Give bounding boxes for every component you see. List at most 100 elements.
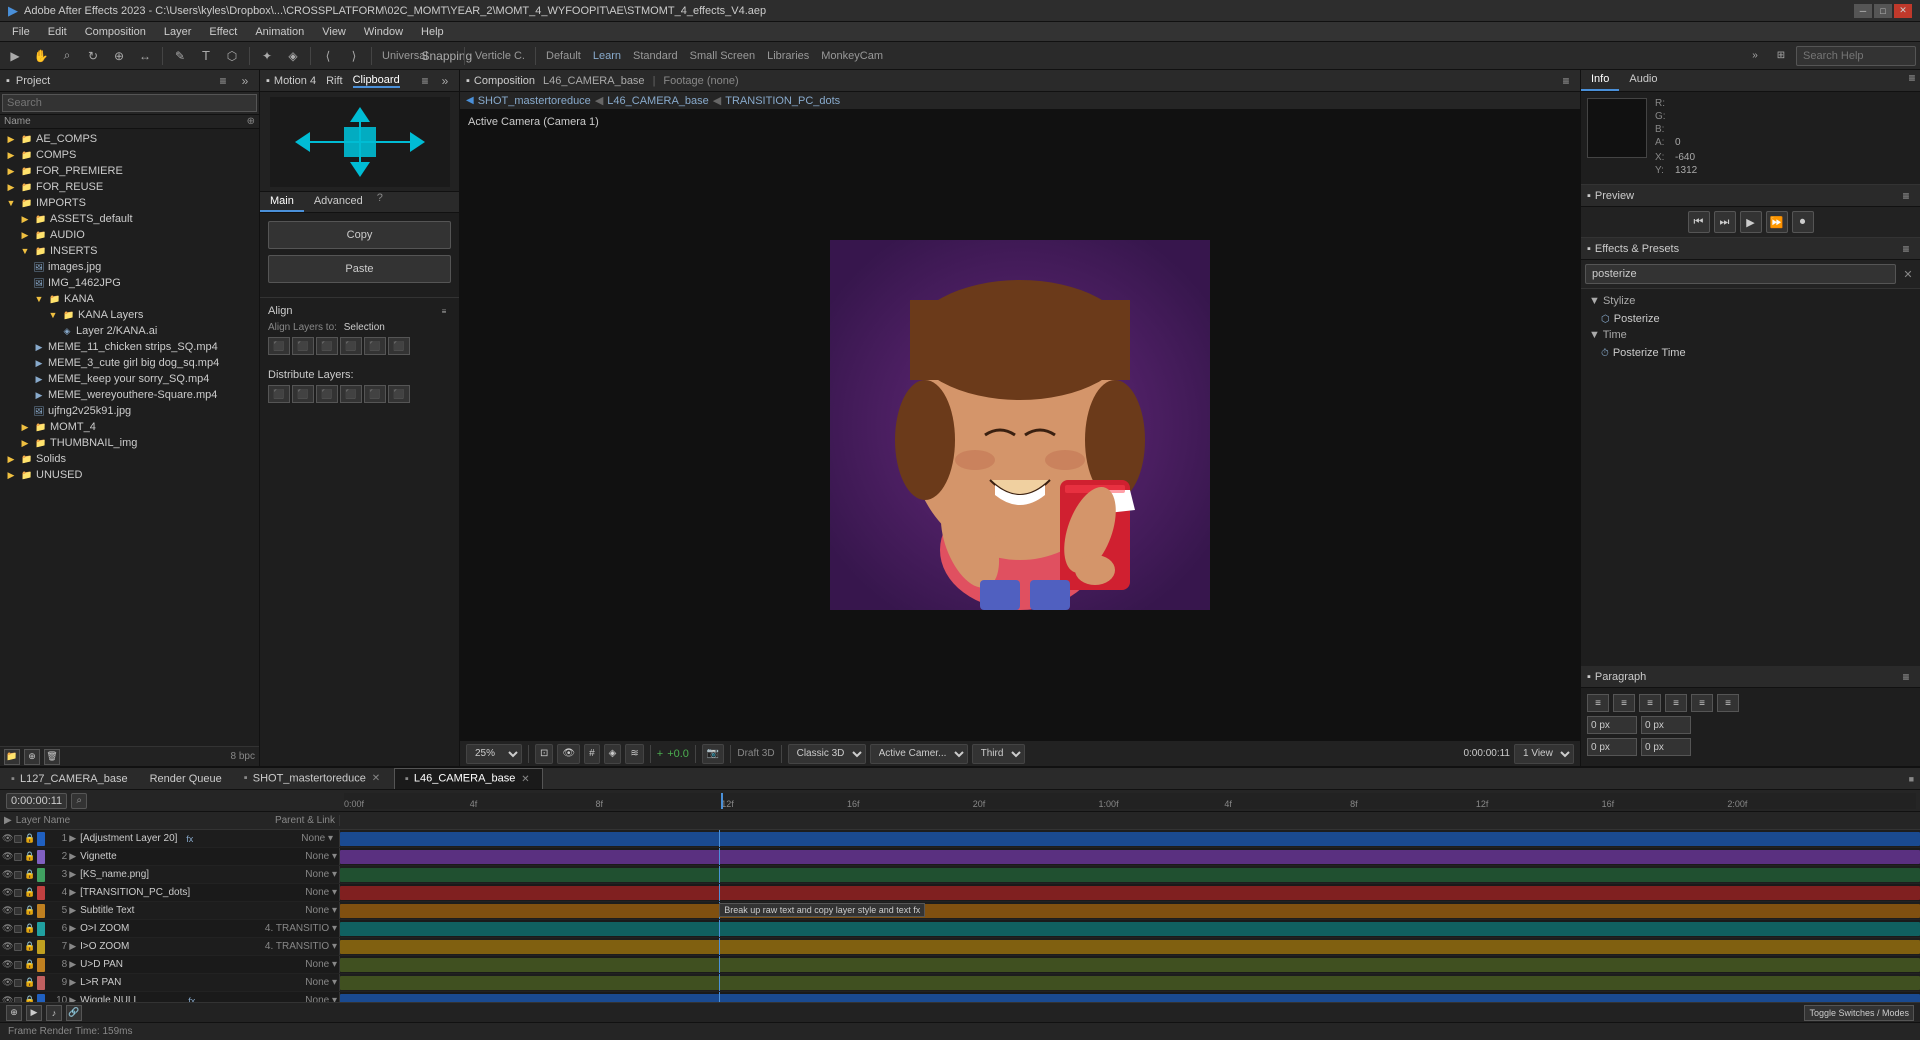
parent-5[interactable]: None ▾	[305, 905, 337, 916]
learn-label[interactable]: Learn	[589, 50, 625, 62]
menu-edit[interactable]: Edit	[40, 24, 75, 40]
solo-icon-2[interactable]	[14, 853, 22, 861]
tree-item-for-premiere[interactable]: ▶ 📁 FOR_PREMIERE	[0, 163, 259, 179]
info-tab[interactable]: Info	[1581, 70, 1619, 91]
timeline-tab-render[interactable]: Render Queue	[139, 769, 233, 789]
para-align-justify[interactable]: ≡	[1665, 694, 1687, 712]
tool-text[interactable]: T	[195, 45, 217, 67]
para-align-center[interactable]: ≡	[1613, 694, 1635, 712]
dist-top-btn[interactable]: ⬛	[340, 385, 362, 403]
eye-icon-1[interactable]: 👁	[2, 833, 12, 844]
eye-icon-4[interactable]: 👁	[2, 887, 12, 898]
menu-layer[interactable]: Layer	[156, 24, 200, 40]
lock-icon-5[interactable]: 🔒	[24, 905, 35, 916]
para-indent-right[interactable]	[1641, 716, 1691, 734]
preview-first-btn[interactable]: ⏮	[1688, 211, 1710, 233]
expand-all-btn[interactable]: ▶	[4, 815, 12, 826]
tree-item-meme-chicken[interactable]: ▶ MEME_11_chicken strips_SQ.mp4	[0, 339, 259, 355]
dist-right-btn[interactable]: ⬛	[316, 385, 338, 403]
solo-icon-6[interactable]	[14, 925, 22, 933]
tree-item-img1462[interactable]: 🖼 IMG_1462JPG	[0, 275, 259, 291]
project-close-btn[interactable]: »	[237, 73, 253, 89]
tool-brush[interactable]: ◈	[282, 45, 304, 67]
preview-next-btn[interactable]: ⏩	[1766, 211, 1788, 233]
align-center-h-btn[interactable]: ⬛	[292, 337, 314, 355]
menu-effect[interactable]: Effect	[201, 24, 245, 40]
clipboard-close-btn[interactable]: »	[437, 73, 453, 89]
tree-item-momt4[interactable]: ▶ 📁 MOMT_4	[0, 419, 259, 435]
align-bottom-btn[interactable]: ⬛	[388, 337, 410, 355]
dist-center-h-btn[interactable]: ⬛	[292, 385, 314, 403]
close-button[interactable]: ✕	[1894, 4, 1912, 18]
breadcrumb-transition[interactable]: TRANSITION_PC_dots	[725, 95, 840, 107]
eye-icon-5[interactable]: 👁	[2, 905, 12, 916]
menu-animation[interactable]: Animation	[247, 24, 312, 40]
motion-blur-btn[interactable]: ≋	[625, 744, 643, 764]
tl-solo-btn[interactable]: ■	[1903, 774, 1920, 784]
parent-1[interactable]: None ▾	[301, 833, 333, 844]
eye-icon-8[interactable]: 👁	[2, 959, 12, 970]
view-count-select[interactable]: 1 View	[1514, 744, 1574, 764]
tool-zoom[interactable]: ⌕	[56, 45, 78, 67]
lock-icon-7[interactable]: 🔒	[24, 941, 35, 952]
add-item-btn[interactable]: ⊕	[247, 116, 255, 127]
view-options-btn[interactable]: 👁	[557, 744, 580, 764]
expand-layer-1[interactable]: ▶	[69, 833, 76, 844]
tree-item-meme-sorry[interactable]: ▶ MEME_keep your sorry_SQ.mp4	[0, 371, 259, 387]
para-align-force-justify[interactable]: ≡	[1717, 694, 1739, 712]
solo-icon-1[interactable]	[14, 835, 22, 843]
tool-puppet[interactable]: ✦	[256, 45, 278, 67]
tree-item-unused[interactable]: ▶ 📁 UNUSED	[0, 467, 259, 483]
zoom-select[interactable]: 25% 50% 100%	[466, 744, 522, 764]
active-camera-select[interactable]: Active Camer...	[870, 744, 968, 764]
tl-render-btn[interactable]: ▶	[26, 1005, 42, 1021]
menu-view[interactable]: View	[314, 24, 354, 40]
tree-item-meme-were[interactable]: ▶ MEME_wereyouthere-Square.mp4	[0, 387, 259, 403]
para-indent-left[interactable]	[1587, 716, 1637, 734]
expand-layer-5[interactable]: ▶	[69, 905, 76, 916]
delete-btn[interactable]: 🗑	[44, 749, 60, 765]
tree-item-kana[interactable]: ▼ 📁 KANA	[0, 291, 259, 307]
tool-pan[interactable]: ↔	[134, 45, 156, 67]
para-align-justify-last[interactable]: ≡	[1691, 694, 1713, 712]
eye-icon-3[interactable]: 👁	[2, 869, 12, 880]
lock-icon-3[interactable]: 🔒	[24, 869, 35, 880]
eye-icon-2[interactable]: 👁	[2, 851, 12, 862]
fit-to-comp-btn[interactable]: ⊡	[535, 744, 553, 764]
solo-icon-8[interactable]	[14, 961, 22, 969]
info-menu-btn[interactable]: ≡	[1904, 70, 1920, 86]
timeline-tab-l127[interactable]: ▪ L127_CAMERA_base	[0, 769, 139, 789]
lock-icon-10[interactable]: 🔒	[24, 995, 35, 1002]
tl-link-btn[interactable]: 🔗	[66, 1005, 82, 1021]
rift-tab-label[interactable]: Rift	[326, 75, 343, 87]
tree-item-thumbnail[interactable]: ▶ 📁 THUMBNAIL_img	[0, 435, 259, 451]
solo-icon-9[interactable]	[14, 979, 22, 987]
comp-name[interactable]: L46_CAMERA_base	[543, 75, 645, 87]
tool-camera-orbit[interactable]: ⊕	[108, 45, 130, 67]
composition-viewport[interactable]: Active Camera (Camera 1)	[460, 110, 1580, 740]
parent-2[interactable]: None ▾	[305, 851, 337, 862]
toggle-switches-btn[interactable]: Toggle Switches / Modes	[1804, 1005, 1914, 1021]
tree-item-assets[interactable]: ▶ 📁 ASSETS_default	[0, 211, 259, 227]
lock-icon-4[interactable]: 🔒	[24, 887, 35, 898]
project-menu-btn[interactable]: ≡	[215, 73, 231, 89]
eye-icon-7[interactable]: 👁	[2, 941, 12, 952]
tool-align-right[interactable]: ⟩	[343, 45, 365, 67]
tl-audio-btn[interactable]: ♪	[46, 1005, 62, 1021]
tl-add-marker-btn[interactable]: ⊕	[6, 1005, 22, 1021]
expand-layer-6[interactable]: ▶	[69, 923, 76, 934]
menu-file[interactable]: File	[4, 24, 38, 40]
project-search-input[interactable]	[2, 94, 257, 112]
parent-6[interactable]: 4. TRANSITIO ▾	[265, 923, 337, 934]
tree-item-for-reuse[interactable]: ▶ 📁 FOR_REUSE	[0, 179, 259, 195]
search-tl-btn[interactable]: ⌕	[71, 793, 87, 809]
eye-icon-9[interactable]: 👁	[2, 977, 12, 988]
tree-item-solids[interactable]: ▶ 📁 Solids	[0, 451, 259, 467]
effect-posterize-time[interactable]: ⏱ Posterize Time	[1585, 345, 1916, 361]
parent-4[interactable]: None ▾	[305, 887, 337, 898]
new-folder-btn[interactable]: 📁	[4, 749, 20, 765]
eye-icon-6[interactable]: 👁	[2, 923, 12, 934]
para-space-before[interactable]	[1587, 738, 1637, 756]
dist-left-btn[interactable]: ⬛	[268, 385, 290, 403]
lock-icon-1[interactable]: 🔒	[24, 833, 35, 844]
